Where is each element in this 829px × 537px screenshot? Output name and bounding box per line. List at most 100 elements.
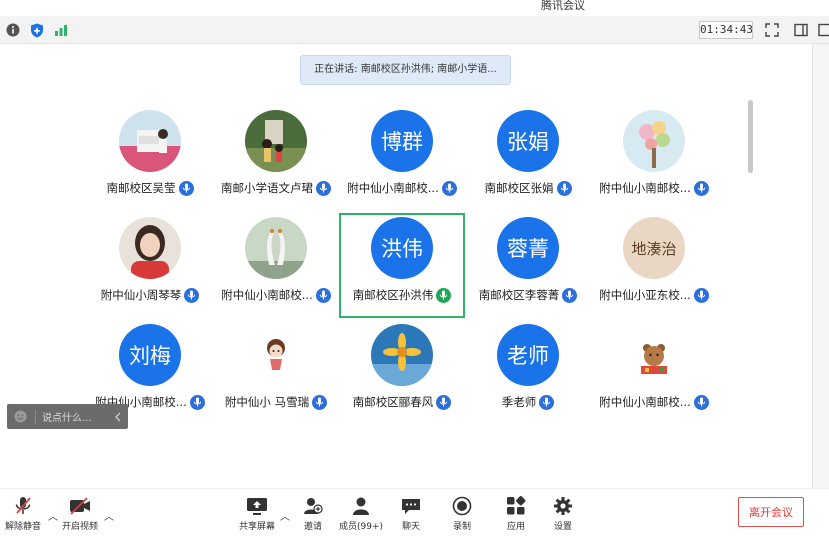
chat-input[interactable]: 说点什么... [7,404,128,429]
unmute-label: 解除静音 [5,522,42,532]
microphone-icon [184,287,200,303]
participant-tile[interactable]: 附中仙小南邮校... [213,213,339,318]
invite-label: 邀请 [303,522,322,532]
microphone-icon [436,394,452,410]
chat-icon [402,499,420,514]
settings-button[interactable]: 设置 [552,496,574,532]
microphone-icon [693,287,709,303]
participant-tile-active-speaker[interactable]: 洪伟 南邮校区孙洪伟 [339,213,465,318]
apps-button[interactable]: 应用 [505,496,527,532]
fullscreen-icon[interactable] [764,22,780,38]
avatar [623,324,685,386]
participant-name: 附中仙小南邮校... [599,181,691,195]
participant-tile[interactable]: 博群 附中仙小南邮校... [339,106,465,211]
participant-name: 附中仙小 马雪瑞 [224,395,310,409]
title-bar: 腾讯会议 [0,0,829,16]
avatar: 刘梅 [119,324,181,386]
record-label: 录制 [452,522,471,532]
top-toolbar: 01:34:43 [0,16,829,44]
microphone-icon [562,287,578,303]
shield-icon[interactable] [29,22,45,38]
start-video-button[interactable]: 开启视频 [62,496,98,532]
members-icon [353,497,370,515]
microphone-icon [693,180,709,196]
layout-icon[interactable] [793,22,809,38]
microphone-icon [539,394,555,410]
avatar [245,324,307,386]
participant-tile[interactable]: 附中仙小 马雪瑞 [213,320,339,425]
side-panel-edge [812,44,829,494]
avatar: 张娟 [497,110,559,172]
invite-button[interactable]: 邀请 [302,496,324,532]
grid-scrollbar[interactable] [748,100,753,173]
participant-tile[interactable]: 张娟 南邮校区张娟 [465,106,591,211]
avatar [119,110,181,172]
microphone-icon [178,180,194,196]
microphone-muted-icon [15,497,31,514]
camera-off-icon [70,497,90,515]
participant-tile[interactable]: 蓉菁 南邮校区李蓉菁 [465,213,591,318]
chat-button[interactable]: 聊天 [400,496,422,532]
participant-name: 季老师 [501,395,537,409]
microphone-icon [189,394,205,410]
share-screen-label: 共享屏幕 [239,522,276,532]
participant-tile[interactable]: 老师 季老师 [465,320,591,425]
members-label: 成员(99+) [339,522,384,532]
apps-label: 应用 [506,522,525,532]
avatar [245,110,307,172]
start-video-label: 开启视频 [62,522,99,532]
chevron-up-icon[interactable]: ︿ [280,508,290,523]
participant-tile[interactable]: 南邮校区吴莹 [87,106,213,211]
participant-name: 附中仙小亚东校... [599,288,691,302]
microphone-icon [316,180,331,196]
participant-tile[interactable]: 南邮小学语文卢珺 [213,106,339,211]
avatar [623,110,685,172]
avatar [245,217,307,279]
chevron-left-icon[interactable] [114,412,122,422]
participant-name: 附中仙小南邮校... [599,395,691,409]
emoji-icon[interactable] [14,410,27,423]
share-screen-button[interactable]: 共享屏幕 [239,496,275,532]
microphone-icon [315,287,331,303]
avatar: 地湊治 [623,217,685,279]
participant-tile[interactable]: 附中仙小南邮校... [591,106,717,211]
participant-name: 南邮校区郦春风 [352,395,434,409]
avatar: 洪伟 [371,217,433,279]
share-screen-icon [247,498,267,515]
settings-label: 设置 [553,522,572,532]
participant-tile[interactable]: 附中仙小南邮校... [591,320,717,425]
meeting-timer: 01:34:43 [699,21,753,39]
participant-tile[interactable]: 附中仙小周琴琴 [87,213,213,318]
speaking-indicator: 正在讲话: 南邮校区孙洪伟; 南邮小学语... [300,55,511,85]
chevron-up-icon[interactable]: ︿ [104,508,114,523]
more-icon[interactable] [818,22,829,38]
avatar: 老师 [497,324,559,386]
participant-name: 附中仙小南邮校... [221,288,313,302]
participant-tile[interactable]: 地湊治 附中仙小亚东校... [591,213,717,318]
app-title: 腾讯会议 [541,0,585,12]
info-icon[interactable] [5,22,21,38]
participant-name: 附中仙小周琴琴 [100,288,182,302]
participant-name: 南邮校区吴莹 [106,181,176,195]
signal-icon[interactable] [53,22,69,38]
add-user-icon [304,498,323,514]
participant-tile[interactable]: 南邮校区郦春风 [339,320,465,425]
microphone-speaking-icon [436,287,452,303]
microphone-icon [556,180,572,196]
apps-icon [507,496,526,515]
avatar: 博群 [371,110,433,172]
participant-name: 南邮校区孙洪伟 [352,288,434,302]
avatar [119,217,181,279]
unmute-button[interactable]: 解除静音 [5,496,41,532]
gear-icon [554,497,572,515]
avatar: 蓉菁 [497,217,559,279]
members-button[interactable]: 成员(99+) [339,496,383,532]
avatar [371,324,433,386]
participant-name: 南邮小学语文卢珺 [221,181,313,195]
chevron-up-icon[interactable]: ︿ [48,508,58,523]
record-icon [452,496,472,516]
microphone-icon [693,394,709,410]
microphone-icon [441,180,457,196]
leave-meeting-button[interactable]: 离开会议 [738,497,804,527]
record-button[interactable]: 录制 [451,496,473,532]
